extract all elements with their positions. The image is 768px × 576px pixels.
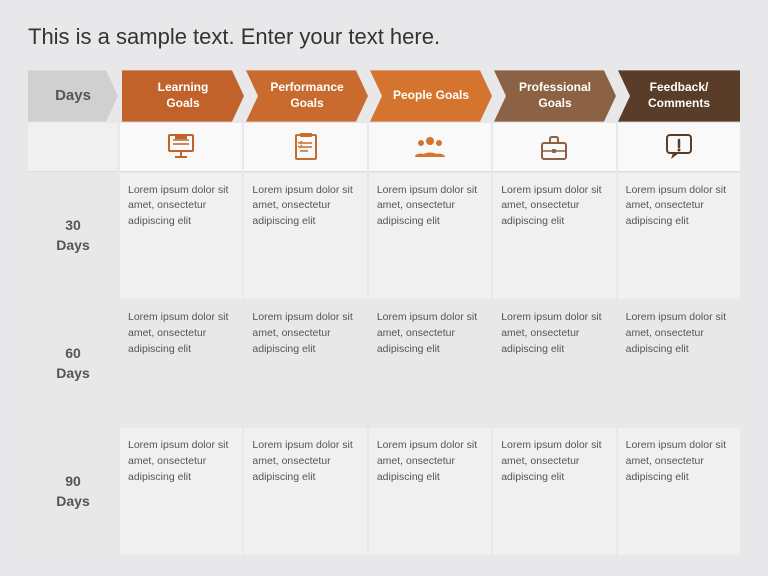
header-row: Days Learning Goals Performance Goals Pe… [28, 70, 740, 121]
cell-60-performance: Lorem ipsum dolor sit amet, onsectetur a… [244, 300, 366, 427]
icon-cell-professional [493, 123, 615, 172]
cell-30-professional: Lorem ipsum dolor sit amet, onsectetur a… [493, 173, 615, 300]
cell-90-feedback: Lorem ipsum dolor sit amet, onsectetur a… [618, 428, 740, 555]
col-header-feedback: Feedback/ Comments [618, 70, 740, 121]
learning-icon [165, 131, 197, 163]
cell-30-people: Lorem ipsum dolor sit amet, onsectetur a… [369, 173, 491, 300]
cell-60-learning: Lorem ipsum dolor sit amet, onsectetur a… [120, 300, 242, 427]
performance-icon [290, 131, 322, 163]
row-90-days: 90Days Lorem ipsum dolor sit amet, onsec… [28, 428, 740, 555]
col-header-learning: Learning Goals [122, 70, 244, 121]
icon-cell-learning [120, 123, 242, 172]
cell-90-learning: Lorem ipsum dolor sit amet, onsectetur a… [120, 428, 242, 555]
days-60: 60Days [28, 300, 118, 427]
cell-90-professional: Lorem ipsum dolor sit amet, onsectetur a… [493, 428, 615, 555]
icon-days-cell [28, 123, 118, 172]
cell-60-professional: Lorem ipsum dolor sit amet, onsectetur a… [493, 300, 615, 427]
icon-cell-performance [244, 123, 366, 172]
icon-cell-people [369, 123, 491, 172]
cell-30-performance: Lorem ipsum dolor sit amet, onsectetur a… [244, 173, 366, 300]
days-90: 90Days [28, 428, 118, 555]
row-30-days: 30Days Lorem ipsum dolor sit amet, onsec… [28, 173, 740, 300]
row-60-days: 60Days Lorem ipsum dolor sit amet, onsec… [28, 300, 740, 427]
feedback-icon [663, 131, 695, 163]
professional-icon [538, 131, 570, 163]
icon-row [28, 123, 740, 172]
col-header-people: People Goals [370, 70, 492, 121]
days-30: 30Days [28, 173, 118, 300]
people-icon [414, 131, 446, 163]
slide-title: This is a sample text. Enter your text h… [28, 24, 740, 50]
cell-90-performance: Lorem ipsum dolor sit amet, onsectetur a… [244, 428, 366, 555]
col-header-professional: Professional Goals [494, 70, 616, 121]
cell-30-feedback: Lorem ipsum dolor sit amet, onsectetur a… [618, 173, 740, 300]
icon-cell-feedback [618, 123, 740, 172]
slide: This is a sample text. Enter your text h… [0, 0, 768, 576]
goals-table: Days Learning Goals Performance Goals Pe… [28, 70, 740, 556]
col-header-performance: Performance Goals [246, 70, 368, 121]
days-header: Days [28, 70, 118, 121]
cell-60-feedback: Lorem ipsum dolor sit amet, onsectetur a… [618, 300, 740, 427]
cell-90-people: Lorem ipsum dolor sit amet, onsectetur a… [369, 428, 491, 555]
cell-30-learning: Lorem ipsum dolor sit amet, onsectetur a… [120, 173, 242, 300]
cell-60-people: Lorem ipsum dolor sit amet, onsectetur a… [369, 300, 491, 427]
